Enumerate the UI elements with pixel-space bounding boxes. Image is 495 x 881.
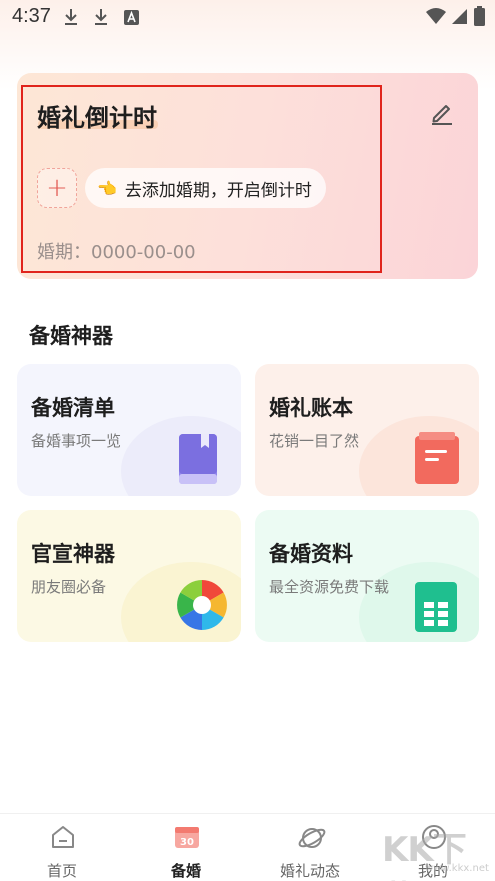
tool-card-subtitle: 朋友圈必备 bbox=[31, 578, 107, 596]
nav-item-feed[interactable]: 婚礼动态 bbox=[250, 814, 370, 881]
home-icon bbox=[52, 826, 74, 848]
tool-card-announce[interactable]: 官宣神器 朋友圈必备 bbox=[17, 510, 241, 642]
tool-card-subtitle: 花销一目了然 bbox=[269, 432, 360, 450]
download-icon bbox=[65, 9, 77, 25]
status-time: 4:37 bbox=[12, 5, 51, 27]
status-right bbox=[426, 6, 485, 26]
tool-card-resources[interactable]: 备婚资料 最全资源免费下载 bbox=[255, 510, 479, 642]
nav-label: 婚礼动态 bbox=[279, 862, 340, 880]
aperture-icon bbox=[177, 580, 227, 630]
planet-icon bbox=[298, 828, 326, 848]
font-a-icon bbox=[124, 10, 139, 25]
ledger-icon bbox=[415, 432, 459, 484]
wifi-icon bbox=[426, 8, 446, 24]
nav-label: 备婚 bbox=[170, 862, 201, 880]
tool-card-subtitle: 备婚事项一览 bbox=[31, 432, 122, 450]
calendar-30-icon: 30 bbox=[175, 827, 199, 848]
tool-card-title: 备婚清单 bbox=[31, 396, 115, 420]
section-title: 备婚神器 bbox=[29, 324, 113, 348]
signal-icon bbox=[452, 9, 467, 24]
status-bar: 4:37 bbox=[0, 0, 495, 36]
spreadsheet-icon bbox=[415, 582, 457, 632]
tool-card-checklist[interactable]: 备婚清单 备婚事项一览 bbox=[17, 364, 241, 496]
watermark-url: www.kkx.net bbox=[425, 863, 489, 874]
tool-card-ledger[interactable]: 婚礼账本 花销一目了然 bbox=[255, 364, 479, 496]
book-icon bbox=[179, 434, 217, 484]
highlight-box bbox=[21, 85, 382, 273]
nav-label: 首页 bbox=[46, 862, 77, 880]
battery-icon bbox=[474, 6, 485, 26]
download-icon bbox=[95, 9, 107, 25]
tool-card-subtitle: 最全资源免费下载 bbox=[269, 578, 390, 596]
tool-card-title: 备婚资料 bbox=[269, 542, 353, 566]
edit-icon[interactable] bbox=[428, 98, 456, 126]
nav-item-home[interactable]: 首页 bbox=[2, 814, 122, 881]
tool-card-title: 婚礼账本 bbox=[269, 396, 353, 420]
nav-item-prep[interactable]: 30 备婚 bbox=[126, 814, 246, 881]
tool-card-title: 官宣神器 bbox=[31, 542, 115, 566]
calendar-number: 30 bbox=[180, 837, 194, 848]
